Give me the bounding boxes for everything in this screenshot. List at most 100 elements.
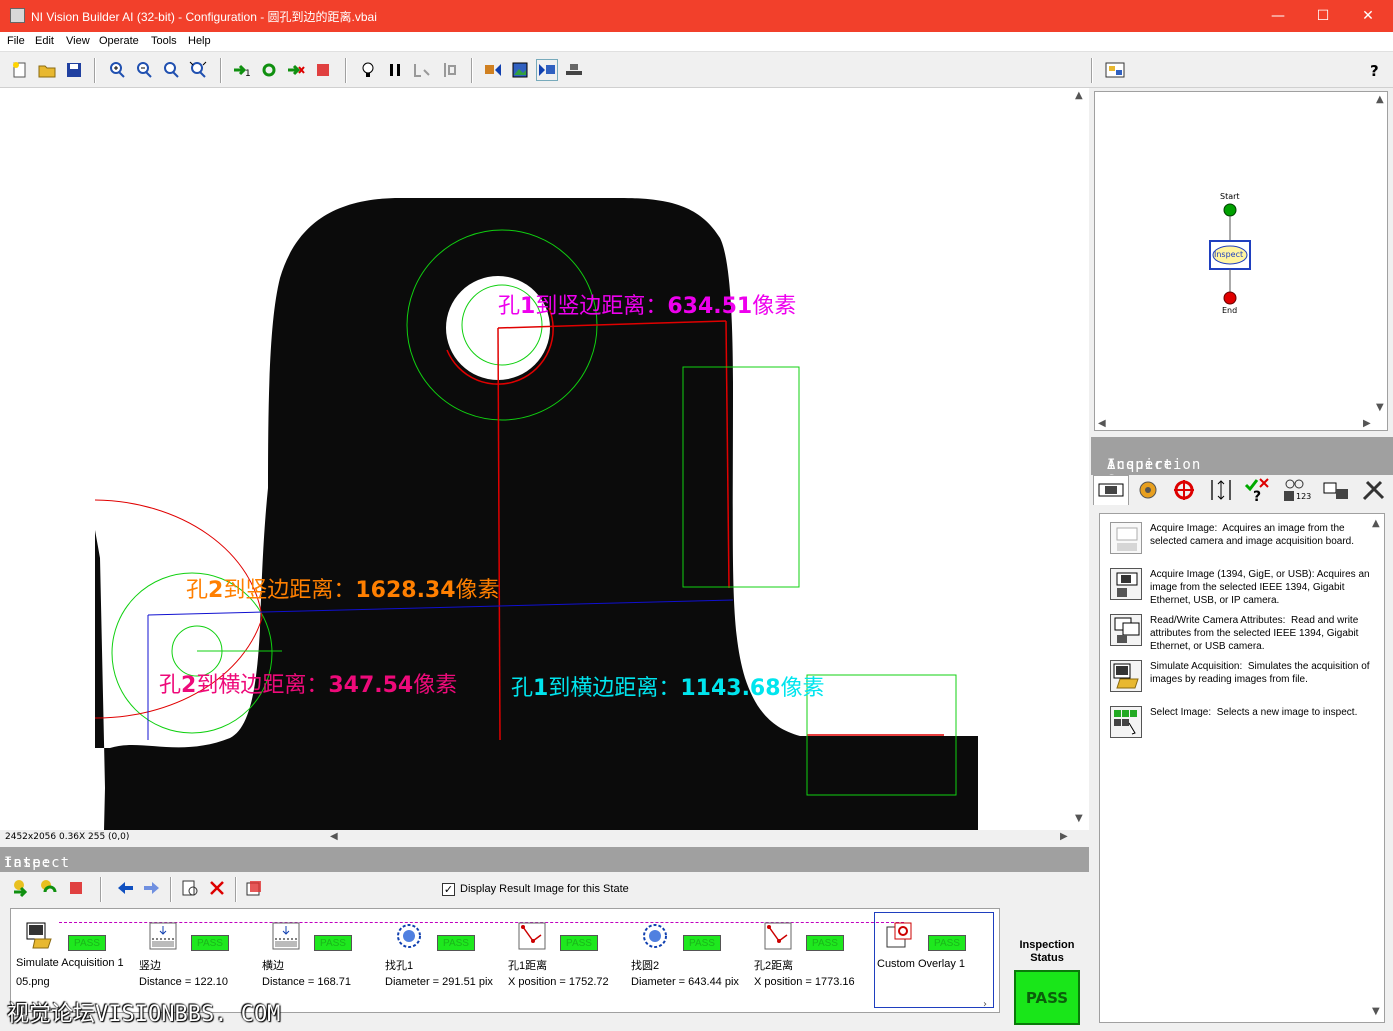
check-tab-icon[interactable]: ? bbox=[1243, 477, 1273, 505]
step-custom-overlay[interactable]: PASS Custom Overlay 1 bbox=[874, 912, 994, 1008]
move-right-icon[interactable] bbox=[141, 877, 163, 899]
zoom-out-icon[interactable] bbox=[133, 59, 155, 81]
step-name: 横边 bbox=[262, 960, 284, 972]
step-name: Custom Overlay 1 bbox=[877, 958, 966, 970]
step-result: Distance = 122.10 bbox=[139, 976, 228, 988]
step-highlight-icon[interactable] bbox=[411, 59, 433, 81]
flow-scroll-right-icon[interactable]: ▶ bbox=[1363, 418, 1371, 429]
step-simulate-acquisition[interactable]: PASS Simulate Acquisition 1 05.png bbox=[11, 909, 131, 1009]
svg-text:1: 1 bbox=[245, 69, 251, 79]
step-back-icon[interactable] bbox=[438, 59, 460, 81]
run-once-icon[interactable]: 1 bbox=[231, 59, 253, 81]
flow-scroll-up-icon[interactable]: ▲ bbox=[1376, 94, 1384, 105]
inspection-steps-list: Acquire Image: Acquires an image from th… bbox=[1099, 513, 1385, 1023]
step-simulate-acquisition-item[interactable]: Simulate Acquisition: Simulates the acqu… bbox=[1110, 660, 1380, 704]
delete-step-icon[interactable] bbox=[206, 877, 228, 899]
step-hole-1-distance[interactable]: PASS 孔1距离 X position = 1752.72 bbox=[503, 909, 623, 1009]
step-read-write-camera-attributes[interactable]: Read/Write Camera Attributes: Read and w… bbox=[1110, 614, 1380, 658]
stop-state-icon[interactable] bbox=[65, 877, 87, 899]
list-scroll-down-icon[interactable]: ▼ bbox=[1372, 1006, 1380, 1017]
acquire-tab-icon[interactable] bbox=[1093, 475, 1129, 505]
find-circle-icon bbox=[640, 921, 670, 951]
image-belt-icon[interactable] bbox=[563, 59, 585, 81]
run-state-loop-icon[interactable] bbox=[38, 877, 60, 899]
new-file-icon[interactable] bbox=[9, 59, 31, 81]
title-bar: NI Vision Builder AI (32-bit) - Configur… bbox=[0, 0, 1393, 32]
measure-tab-icon[interactable] bbox=[1206, 477, 1236, 503]
step-find-hole-1[interactable]: PASS 找孔1 Diameter = 291.51 pix bbox=[380, 909, 500, 1009]
flow-inspect-state[interactable]: Inspect bbox=[1214, 250, 1243, 259]
step-status: PASS bbox=[928, 935, 966, 951]
watermark: 视觉论坛VISIONBBS. COM bbox=[7, 1002, 281, 1027]
overlay-settings-icon[interactable] bbox=[243, 877, 265, 899]
flowchart-view-icon[interactable] bbox=[1102, 59, 1128, 81]
step-result: 05.png bbox=[16, 976, 50, 988]
identify-tab-icon[interactable]: 123 bbox=[1281, 477, 1311, 503]
run-state-once-icon[interactable] bbox=[11, 877, 33, 899]
run-continuous-icon[interactable] bbox=[258, 59, 280, 81]
svg-text:?: ? bbox=[1370, 62, 1379, 79]
select-image-icon bbox=[1110, 706, 1142, 738]
minimize-button[interactable]: — bbox=[1255, 0, 1301, 32]
tools-tab-icon[interactable] bbox=[1359, 477, 1389, 503]
communicate-tab-icon[interactable] bbox=[1321, 477, 1351, 503]
menu-edit[interactable]: Edit bbox=[35, 35, 54, 47]
image-next-icon[interactable] bbox=[536, 59, 558, 81]
zoom-in-icon[interactable] bbox=[106, 59, 128, 81]
scroll-right-icon[interactable]: ▶ bbox=[1060, 831, 1068, 842]
state-diagram[interactable]: Start Inspect End ▲ ▼ ◀ ▶ bbox=[1094, 91, 1388, 431]
step-status: PASS bbox=[437, 935, 475, 951]
light-bulb-icon[interactable] bbox=[357, 59, 379, 81]
menu-help[interactable]: Help bbox=[188, 35, 211, 47]
flow-end-label: End bbox=[1222, 306, 1238, 315]
step-find-circle-2[interactable]: PASS 找圆2 Diameter = 643.44 pix bbox=[626, 909, 746, 1009]
display-result-checkbox[interactable]: ✓ bbox=[442, 883, 455, 896]
step-properties-icon[interactable] bbox=[179, 877, 201, 899]
menu-operate[interactable]: Operate bbox=[99, 35, 139, 47]
step-vertical-edge[interactable]: PASS 竖边 Distance = 122.10 bbox=[134, 909, 254, 1009]
menu-bar: File Edit View Operate Tools Help bbox=[0, 32, 1393, 52]
open-file-icon[interactable] bbox=[36, 59, 58, 81]
step-select-image[interactable]: Select Image: Selects a new image to ins… bbox=[1110, 706, 1380, 742]
step-name: 找孔1 bbox=[385, 960, 414, 972]
scroll-down-icon[interactable]: ▼ bbox=[1075, 813, 1083, 824]
step-horizontal-edge[interactable]: PASS 横边 Distance = 168.71 bbox=[257, 909, 377, 1009]
image-left-icon[interactable] bbox=[482, 59, 504, 81]
move-left-icon[interactable] bbox=[114, 877, 136, 899]
close-button[interactable]: ✕ bbox=[1345, 0, 1391, 32]
scroll-left-icon[interactable]: ◀ bbox=[330, 831, 338, 842]
camera-attributes-icon bbox=[1110, 614, 1142, 646]
list-scroll-up-icon[interactable]: ▲ bbox=[1372, 518, 1380, 529]
save-icon[interactable] bbox=[63, 59, 85, 81]
inspection-image[interactable] bbox=[0, 88, 1089, 830]
image-show-icon[interactable] bbox=[509, 59, 531, 81]
menu-view[interactable]: View bbox=[66, 35, 90, 47]
zoom-1to1-icon[interactable] bbox=[160, 59, 182, 81]
steps-scroll-right-icon[interactable]: › bbox=[983, 999, 987, 1010]
main-toolbar: 1 ? bbox=[0, 53, 1393, 88]
label-hole2-vertical: 孔2到竖边距离：1628.34像素 bbox=[186, 578, 500, 603]
menu-file[interactable]: File bbox=[7, 35, 25, 47]
image-status-bar: 2452x2056 0.36X 255 (0,0) ◀ ▶ bbox=[0, 830, 1089, 846]
flow-scroll-down-icon[interactable]: ▼ bbox=[1376, 402, 1384, 413]
step-acquire-image-1394[interactable]: Acquire Image (1394, GigE, or USB): Acqu… bbox=[1110, 568, 1380, 612]
pause-icon[interactable] bbox=[384, 59, 406, 81]
stop-icon[interactable] bbox=[312, 59, 334, 81]
image-display[interactable]: 孔1到竖边距离：634.51像素 孔2到竖边距离：1628.34像素 孔2到横边… bbox=[0, 88, 1089, 830]
locate-tab-icon[interactable] bbox=[1169, 477, 1199, 503]
menu-tools[interactable]: Tools bbox=[151, 35, 177, 47]
run-inspection-step-icon[interactable] bbox=[285, 59, 307, 81]
step-hole-2-distance[interactable]: PASS 孔2距离 X position = 1773.16 bbox=[749, 909, 869, 1009]
maximize-button[interactable]: ☐ bbox=[1300, 0, 1346, 32]
help-icon[interactable]: ? bbox=[1364, 59, 1386, 81]
find-circle-icon bbox=[394, 921, 424, 951]
scroll-up-icon[interactable]: ▲ bbox=[1075, 90, 1083, 101]
svg-text:123: 123 bbox=[1296, 492, 1311, 501]
step-acquire-image[interactable]: Acquire Image: Acquires an image from th… bbox=[1110, 522, 1380, 562]
window-title: NI Vision Builder AI (32-bit) - Configur… bbox=[31, 10, 377, 24]
zoom-fit-icon[interactable] bbox=[187, 59, 209, 81]
flow-scroll-left-icon[interactable]: ◀ bbox=[1098, 418, 1106, 429]
pixel-coordinate: (0,0) bbox=[108, 832, 130, 842]
enhance-tab-icon[interactable] bbox=[1133, 477, 1163, 503]
state-name: Inspect bbox=[4, 855, 71, 871]
